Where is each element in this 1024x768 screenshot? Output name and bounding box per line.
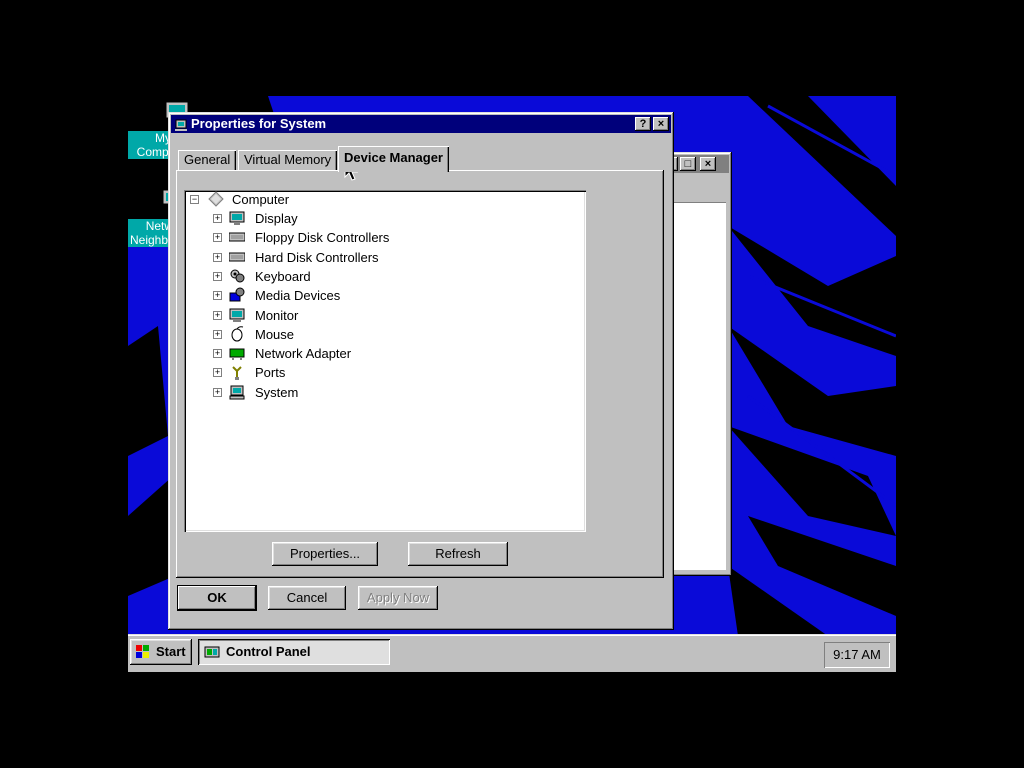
tree-item-label: Monitor <box>255 307 299 323</box>
refresh-button[interactable]: Refresh <box>408 542 508 566</box>
monitor-icon <box>229 307 245 323</box>
controller-icon <box>229 249 245 265</box>
tree-item-label: System <box>255 384 299 400</box>
expand-icon[interactable]: + <box>213 214 222 223</box>
tree-item-label: Media Devices <box>255 288 341 304</box>
tree-item-label: Floppy Disk Controllers <box>255 230 390 246</box>
device-tree[interactable]: − Computer + Display + Floppy Disk Controll… <box>184 190 586 532</box>
tree-item-label: Network Adapter <box>255 346 352 362</box>
start-button[interactable]: Start <box>130 639 192 665</box>
desktop: My Computer Network Neighborhood _ □ × P… <box>128 96 896 672</box>
ports-icon <box>229 364 245 381</box>
help-button[interactable]: ? <box>635 117 651 131</box>
tree-item-label: Ports <box>255 365 286 381</box>
computer-diamond-icon <box>208 191 224 207</box>
expand-icon[interactable]: + <box>213 329 222 339</box>
tree-item-label: Mouse <box>255 326 295 342</box>
media-icon <box>229 287 245 303</box>
expand-icon[interactable]: + <box>213 252 222 262</box>
cancel-button[interactable]: Cancel <box>268 586 346 610</box>
expand-icon[interactable]: + <box>213 233 222 243</box>
control-panel-icon <box>204 646 220 658</box>
system-icon <box>229 384 245 400</box>
close-button[interactable]: × <box>700 157 716 171</box>
system-tray-clock: 9:17 AM <box>824 642 890 668</box>
tree-item-label: Computer <box>232 192 290 207</box>
display-icon <box>229 210 245 226</box>
tree-item-label: Hard Disk Controllers <box>255 249 379 265</box>
tree-item-label: Display <box>255 211 298 226</box>
tab-device-manager[interactable]: Device Manager <box>338 146 449 172</box>
task-button-control-panel[interactable]: Control Panel <box>198 639 390 665</box>
ok-button[interactable]: OK <box>178 586 256 610</box>
dialog-titlebar[interactable]: Properties for System ? × <box>171 115 671 133</box>
tab-virtual-memory[interactable]: Virtual Memory <box>238 150 338 170</box>
expand-icon[interactable]: + <box>213 310 222 320</box>
expand-icon[interactable]: + <box>213 349 222 359</box>
dialog-title: Properties for System <box>191 116 327 131</box>
maximize-button[interactable]: □ <box>680 157 696 171</box>
apply-now-button: Apply Now <box>358 586 438 610</box>
keyboard-icon <box>229 268 245 284</box>
expand-icon[interactable]: + <box>213 291 222 301</box>
taskbar: Start Control Panel 9:17 AM <box>128 634 896 672</box>
task-label: Control Panel <box>226 644 311 659</box>
start-label: Start <box>156 644 186 659</box>
expand-icon[interactable]: + <box>213 271 222 281</box>
network-icon <box>229 345 245 361</box>
system-icon <box>175 119 187 131</box>
mouse-icon <box>229 326 245 342</box>
windows-logo-icon <box>136 645 149 658</box>
properties-button[interactable]: Properties... <box>272 542 378 566</box>
tab-general[interactable]: General <box>178 150 237 170</box>
properties-dialog: Properties for System ? × General Virtua… <box>168 112 674 630</box>
expand-icon[interactable]: + <box>213 368 222 378</box>
expand-icon[interactable]: + <box>213 387 222 397</box>
controller-icon <box>229 229 245 245</box>
tree-item-label: Keyboard <box>255 268 311 284</box>
close-button[interactable]: × <box>653 117 669 131</box>
collapse-icon[interactable]: − <box>190 195 199 204</box>
